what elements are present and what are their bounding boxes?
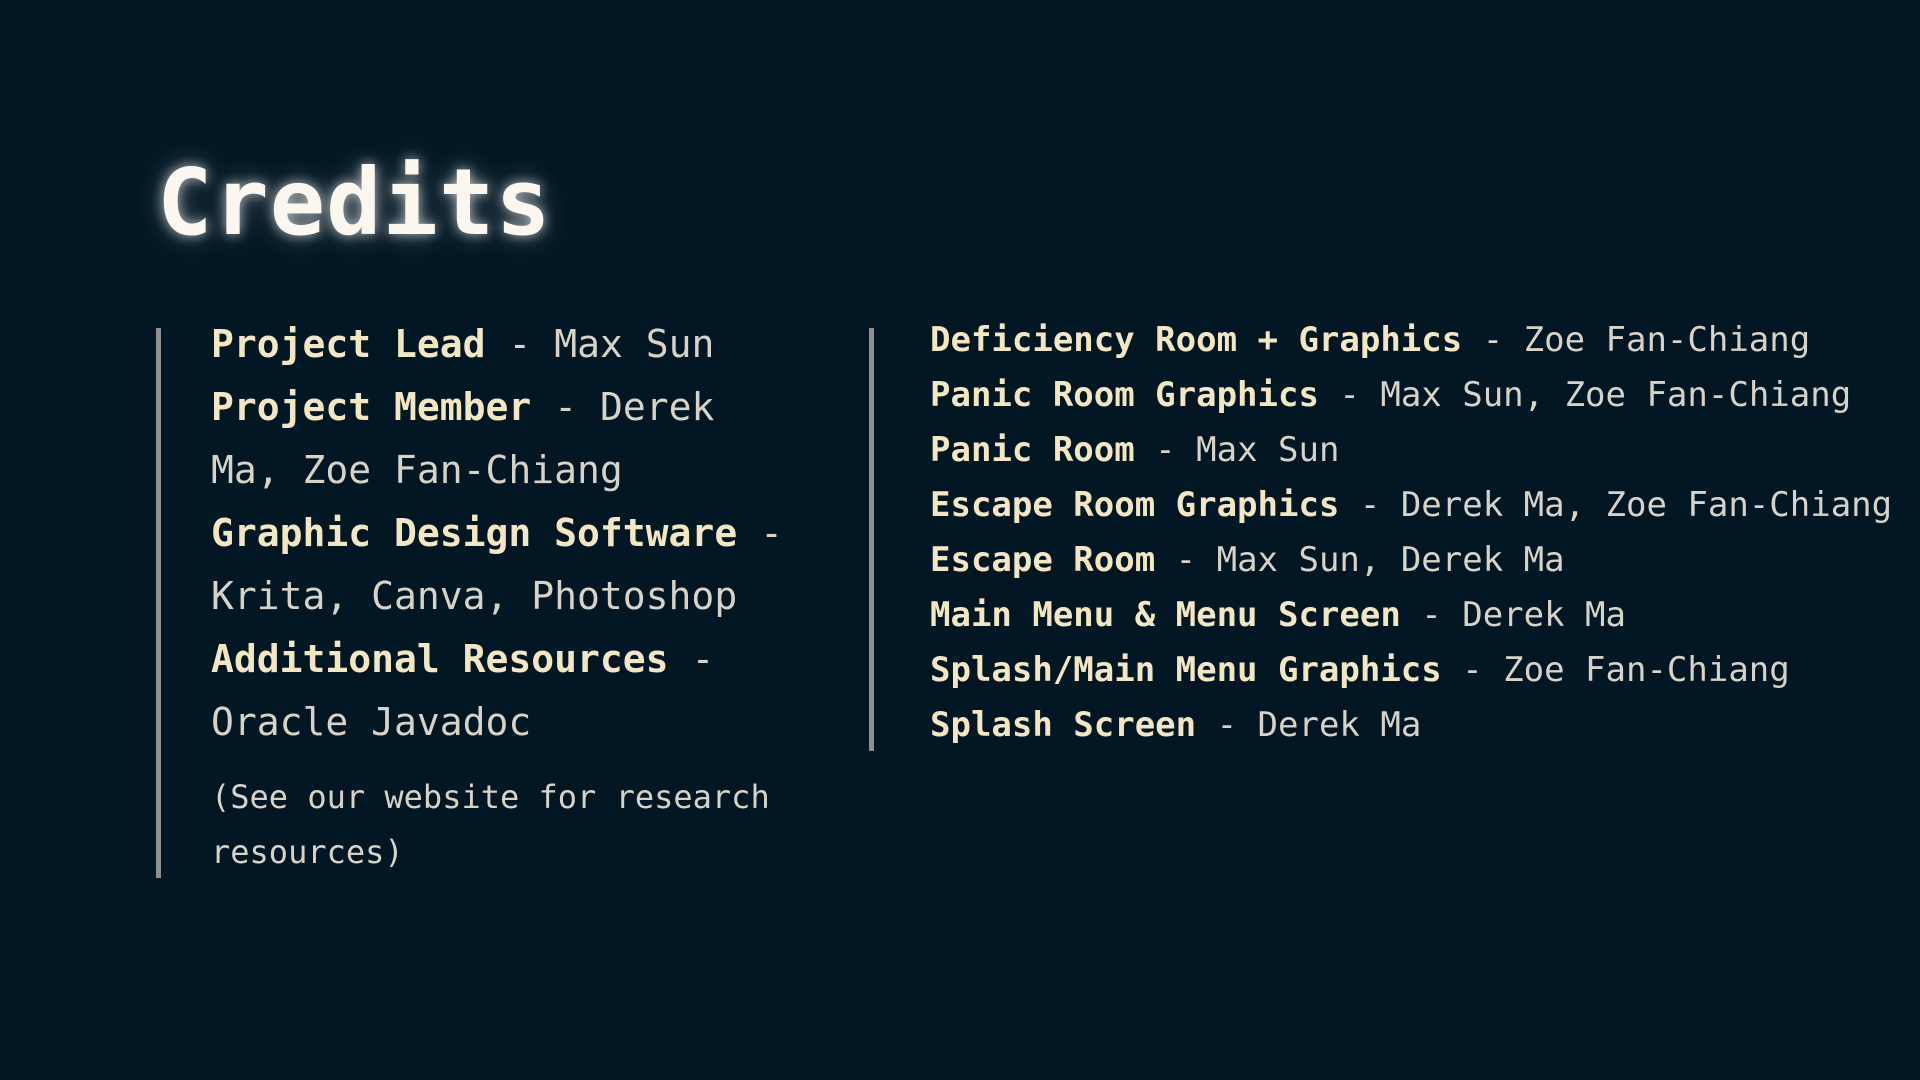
credit-role: Project Member bbox=[211, 385, 532, 429]
credit-separator: - bbox=[1339, 485, 1401, 525]
credit-names: Derek Ma, Zoe Fan-Chiang bbox=[1400, 485, 1893, 525]
credit-role: Additional Resources bbox=[211, 637, 669, 681]
credit-names: Oracle Javadoc bbox=[211, 700, 532, 744]
credit-separator: - bbox=[1400, 595, 1463, 635]
credit-separator: - bbox=[1318, 375, 1381, 415]
credit-names: Max Sun, Derek Ma bbox=[1216, 540, 1565, 580]
credit-role: Escape Room bbox=[930, 540, 1156, 580]
credit-separator: - bbox=[531, 385, 600, 429]
credit-role: Deficiency Room + Graphics bbox=[930, 320, 1463, 360]
credit-role: Panic Room bbox=[930, 430, 1135, 470]
credit-separator: - bbox=[737, 511, 783, 555]
right-credits-column: Deficiency Room + Graphics - Zoe Fan-Chi… bbox=[930, 313, 1893, 753]
credit-entry-escape-room-graphics: Escape Room Graphics - Derek Ma, Zoe Fan… bbox=[930, 478, 1893, 533]
credit-entry-splash-screen: Splash Screen - Derek Ma bbox=[930, 698, 1890, 753]
credit-entry-panic-room-graphics: Panic Room Graphics - Max Sun, Zoe Fan-C… bbox=[930, 368, 1890, 423]
credit-entry-deficiency-room: Deficiency Room + Graphics - Zoe Fan-Chi… bbox=[930, 313, 1890, 368]
credit-names: Derek Ma bbox=[1462, 595, 1626, 635]
credit-entry-graphic-design-software: Graphic Design Software - Krita, Canva, … bbox=[211, 502, 791, 628]
credit-names: Max Sun, Zoe Fan-Chiang bbox=[1380, 375, 1852, 415]
left-credits-column: Project Lead - Max Sun Project Member - … bbox=[211, 313, 791, 880]
credit-entry-splash-graphics: Splash/Main Menu Graphics - Zoe Fan-Chia… bbox=[930, 643, 1890, 698]
credit-entry-panic-room: Panic Room - Max Sun bbox=[930, 423, 1890, 478]
credit-separator: - bbox=[1155, 540, 1217, 580]
credit-separator: - bbox=[485, 322, 555, 366]
credit-role: Splash/Main Menu Graphics bbox=[930, 650, 1442, 690]
page-title: Credits bbox=[157, 149, 552, 256]
credit-names: Zoe Fan-Chiang bbox=[1523, 320, 1811, 360]
credit-role: Splash Screen bbox=[930, 705, 1197, 745]
credit-separator: - bbox=[1462, 320, 1524, 360]
credit-separator: - bbox=[668, 637, 715, 681]
credit-role: Graphic Design Software bbox=[211, 511, 738, 555]
credit-names: Max Sun bbox=[554, 322, 715, 366]
credit-entry-project-lead: Project Lead - Max Sun bbox=[211, 313, 791, 376]
credit-role: Escape Room Graphics bbox=[930, 485, 1340, 525]
credit-entry-main-menu: Main Menu & Menu Screen - Derek Ma bbox=[930, 588, 1890, 643]
credit-names: Derek Ma bbox=[1257, 705, 1422, 745]
left-column-divider bbox=[156, 328, 161, 878]
credit-names: Krita, Canva, Photoshop bbox=[211, 574, 738, 618]
research-resources-note: (See our website for research resources) bbox=[211, 778, 770, 871]
credit-entry-project-member: Project Member - Derek Ma, Zoe Fan-Chian… bbox=[211, 376, 791, 502]
credit-role: Project Lead bbox=[211, 322, 486, 366]
credit-role: Main Menu & Menu Screen bbox=[930, 595, 1401, 635]
credit-names: Zoe Fan-Chiang bbox=[1503, 650, 1790, 690]
credit-separator: - bbox=[1134, 430, 1197, 470]
credit-names: Max Sun bbox=[1196, 430, 1340, 470]
credit-separator: - bbox=[1441, 650, 1504, 690]
credit-role: Panic Room Graphics bbox=[930, 375, 1319, 415]
credit-separator: - bbox=[1196, 705, 1258, 745]
credit-entry-escape-room: Escape Room - Max Sun, Derek Ma bbox=[930, 533, 1890, 588]
right-column-divider bbox=[869, 328, 874, 751]
credit-entry-additional-resources: Additional Resources - Oracle Javadoc bbox=[211, 628, 791, 754]
